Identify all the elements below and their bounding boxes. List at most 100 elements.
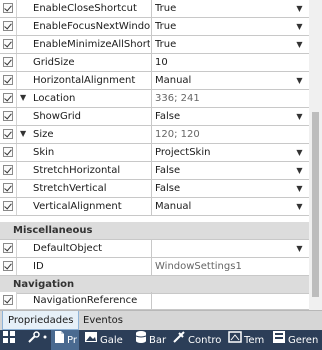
property-value[interactable]: 120; 120: [155, 126, 290, 143]
property-row-grid-size[interactable]: GridSize 10: [0, 54, 309, 72]
checkbox-cell: [0, 180, 17, 197]
gallery-icon: [84, 330, 98, 350]
property-value[interactable]: False: [155, 108, 290, 125]
property-value[interactable]: Manual: [155, 72, 290, 89]
toolbar-label: Geren: [288, 335, 319, 346]
column-divider: [151, 0, 152, 17]
checkbox-cell: [0, 54, 17, 71]
property-row-enable-focus-next-window-shortcut[interactable]: EnableFocusNextWindowShortcut True ▼: [0, 18, 309, 36]
property-row-stretch-vertical[interactable]: StretchVertical False ▼: [0, 180, 309, 198]
row-checkbox[interactable]: [3, 93, 13, 103]
row-checkbox[interactable]: [3, 3, 13, 13]
vertical-scrollbar[interactable]: [309, 0, 322, 310]
property-row-vertical-alignment[interactable]: VerticalAlignment Manual ▼: [0, 198, 309, 216]
dropdown-arrow-icon[interactable]: ▼: [291, 0, 308, 17]
property-value[interactable]: ProjectSkin: [155, 144, 290, 161]
property-row-id[interactable]: ID WindowSettings1: [0, 258, 309, 276]
row-checkbox[interactable]: [3, 21, 13, 31]
property-value[interactable]: True: [155, 36, 290, 53]
property-value[interactable]: Manual: [155, 198, 290, 215]
property-name: NavigationReference: [33, 295, 138, 306]
toolbar-item-banco[interactable]: Bar: [135, 330, 166, 350]
dropdown-arrow-icon[interactable]: ▼: [291, 180, 308, 197]
dropdown-arrow-icon[interactable]: ▼: [291, 18, 308, 35]
row-checkbox[interactable]: [3, 39, 13, 49]
property-value[interactable]: 336; 241: [155, 90, 290, 107]
column-divider: [151, 108, 152, 125]
property-name: ID: [33, 261, 44, 272]
toolbar-item-gerenciador[interactable]: Geren: [272, 330, 318, 350]
toolbar-item-tools[interactable]: [27, 330, 43, 350]
checkbox-cell: [0, 198, 17, 215]
property-row-size[interactable]: ▼ Size 120; 120: [0, 126, 309, 144]
toolbar-item-controles[interactable]: Contro: [172, 330, 221, 350]
property-value[interactable]: False: [155, 162, 290, 179]
dropdown-arrow-icon[interactable]: ▼: [291, 108, 308, 125]
property-name: EnableMinimizeAllShortcut: [33, 39, 150, 50]
property-value[interactable]: WindowSettings1: [155, 258, 290, 275]
column-divider: [151, 240, 152, 257]
toolbar-label: Pr: [67, 335, 77, 346]
toolbar-item-grid[interactable]: [2, 330, 18, 350]
property-value[interactable]: [155, 240, 290, 257]
property-value[interactable]: 10: [155, 54, 290, 71]
wrench-icon: [27, 330, 41, 350]
row-checkbox[interactable]: [3, 201, 13, 211]
scrollbar-thumb[interactable]: [312, 112, 319, 297]
row-checkbox[interactable]: [3, 147, 13, 157]
checkbox-cell: [0, 126, 17, 143]
dropdown-arrow-icon[interactable]: ▼: [291, 240, 308, 257]
row-checkbox[interactable]: [3, 57, 13, 67]
row-checkbox[interactable]: [3, 111, 13, 121]
property-row-enable-minimize-all-shortcut[interactable]: EnableMinimizeAllShortcut True ▼: [0, 36, 309, 54]
document-icon: [53, 330, 65, 350]
row-checkbox[interactable]: [3, 183, 13, 193]
dropdown-arrow-icon[interactable]: ▼: [291, 162, 308, 179]
dot-icon: [42, 330, 48, 350]
dropdown-arrow-icon[interactable]: ▼: [291, 36, 308, 53]
row-checkbox[interactable]: [3, 129, 13, 139]
grid-plus-icon: [2, 330, 16, 350]
dropdown-arrow-icon[interactable]: ▼: [291, 198, 308, 215]
row-checkbox[interactable]: [3, 75, 13, 85]
toolbar-item-temas[interactable]: Tem: [228, 330, 264, 350]
tab-eventos[interactable]: Eventos: [78, 311, 128, 330]
property-row-stretch-horizontal[interactable]: StretchHorizontal False ▼: [0, 162, 309, 180]
toolbar-item-galeria[interactable]: Gale: [84, 330, 123, 350]
property-row-navigation-reference[interactable]: NavigationReference: [0, 292, 309, 310]
column-divider: [151, 36, 152, 53]
collapse-arrow-icon[interactable]: ▼: [20, 130, 28, 138]
property-row-enable-close-shortcut[interactable]: EnableCloseShortcut True ▼: [0, 0, 309, 18]
property-row-skin[interactable]: Skin ProjectSkin ▼: [0, 144, 309, 162]
property-row-horizontal-alignment[interactable]: HorizontalAlignment Manual ▼: [0, 72, 309, 90]
toolbar-label: Contro: [188, 335, 222, 346]
column-divider: [151, 18, 152, 35]
property-row-default-object[interactable]: DefaultObject ▼: [0, 240, 309, 258]
property-row-location[interactable]: ▼ Location 336; 241: [0, 90, 309, 108]
property-value[interactable]: True: [155, 18, 290, 35]
checkbox-cell: [0, 292, 17, 309]
theme-icon: [228, 330, 242, 350]
row-checkbox[interactable]: [3, 295, 13, 305]
column-divider: [151, 72, 152, 89]
property-row-show-grid[interactable]: ShowGrid False ▼: [0, 108, 309, 126]
property-value[interactable]: False: [155, 180, 290, 197]
property-value[interactable]: [155, 292, 290, 309]
column-divider: [151, 162, 152, 179]
property-name: HorizontalAlignment: [33, 75, 136, 86]
collapse-arrow-icon[interactable]: ▼: [20, 94, 28, 102]
row-checkbox[interactable]: [3, 165, 13, 175]
column-divider: [151, 126, 152, 143]
row-checkbox[interactable]: [3, 243, 13, 253]
toolbar-item-pr[interactable]: Pr: [51, 330, 79, 350]
checkbox-cell: [0, 0, 17, 17]
property-value[interactable]: True: [155, 0, 290, 17]
toolbar-item-properties[interactable]: [42, 330, 50, 350]
dropdown-arrow-icon[interactable]: ▼: [291, 144, 308, 161]
dropdown-arrow-icon[interactable]: ▼: [291, 72, 308, 89]
row-checkbox[interactable]: [3, 261, 13, 271]
toolbar-label: Tem: [244, 335, 265, 346]
column-divider: [151, 292, 152, 309]
category-header-miscellaneous[interactable]: Miscellaneous: [0, 222, 309, 240]
tab-propriedades[interactable]: Propriedades: [2, 311, 80, 330]
